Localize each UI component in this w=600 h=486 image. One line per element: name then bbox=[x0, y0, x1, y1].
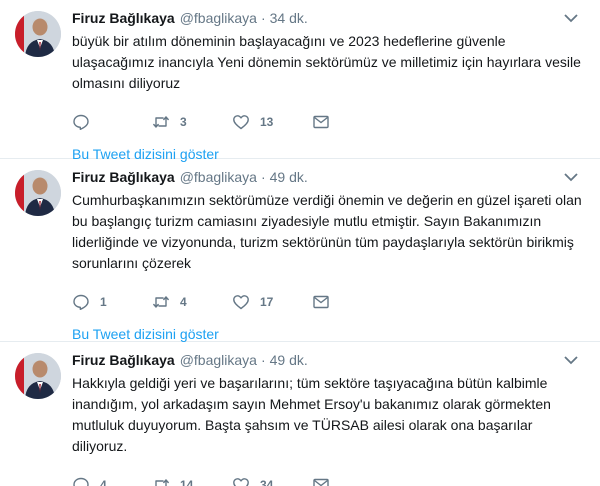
tweet-header: Firuz Bağlıkaya @fbaglikaya · 49 dk. bbox=[72, 352, 588, 371]
chevron-down-icon[interactable] bbox=[564, 172, 578, 182]
tweet-text: büyük bir atılım döneminin başlayacağını… bbox=[72, 33, 581, 91]
like-button[interactable]: 17 bbox=[232, 293, 312, 311]
reply-button[interactable] bbox=[72, 113, 152, 131]
display-name[interactable]: Firuz Bağlıkaya bbox=[72, 10, 175, 26]
retweet-button[interactable]: 3 bbox=[152, 113, 232, 131]
username[interactable]: @fbaglikaya bbox=[180, 352, 257, 368]
tweet-actions: 4 14 34 bbox=[72, 475, 588, 486]
chevron-down-icon[interactable] bbox=[564, 355, 578, 365]
avatar[interactable] bbox=[15, 170, 61, 216]
tweet-header: Firuz Bağlıkaya @fbaglikaya · 49 dk. bbox=[72, 169, 588, 188]
display-name[interactable]: Firuz Bağlıkaya bbox=[72, 169, 175, 185]
display-name[interactable]: Firuz Bağlıkaya bbox=[72, 352, 175, 368]
avatar-photo bbox=[15, 11, 61, 57]
like-icon bbox=[233, 295, 249, 310]
reply-count: 1 bbox=[100, 295, 107, 309]
like-icon bbox=[233, 478, 249, 486]
direct-message-button[interactable] bbox=[312, 476, 352, 486]
reply-button[interactable]: 1 bbox=[72, 293, 152, 311]
like-count: 34 bbox=[260, 478, 274, 486]
separator-dot: · bbox=[260, 352, 266, 368]
like-count: 13 bbox=[260, 115, 274, 129]
tweet-actions: 1 4 17 bbox=[72, 292, 588, 312]
tweet[interactable]: Firuz Bağlıkaya @fbaglikaya · 49 dk. Hak… bbox=[0, 342, 600, 486]
like-button[interactable]: 13 bbox=[232, 113, 312, 131]
direct-message-icon bbox=[313, 115, 329, 129]
tweet-timeline: Firuz Bağlıkaya @fbaglikaya · 34 dk. büy… bbox=[0, 0, 600, 486]
reply-icon bbox=[73, 294, 89, 310]
like-icon bbox=[233, 115, 249, 130]
tweet-text: Hakkıyla geldiği yeri ve başarılarını; t… bbox=[72, 375, 551, 454]
username[interactable]: @fbaglikaya bbox=[180, 169, 257, 185]
reply-icon bbox=[73, 477, 89, 486]
reply-icon bbox=[73, 114, 89, 130]
tweet-header: Firuz Bağlıkaya @fbaglikaya · 34 dk. bbox=[72, 10, 588, 29]
retweet-count: 3 bbox=[180, 115, 187, 129]
timestamp[interactable]: 34 dk. bbox=[270, 10, 308, 26]
reply-button[interactable]: 4 bbox=[72, 476, 152, 486]
avatar-photo bbox=[15, 353, 61, 399]
retweet-count: 4 bbox=[180, 295, 187, 309]
like-button[interactable]: 34 bbox=[232, 476, 312, 486]
timestamp[interactable]: 49 dk. bbox=[270, 169, 308, 185]
avatar[interactable] bbox=[15, 353, 61, 399]
timestamp[interactable]: 49 dk. bbox=[270, 352, 308, 368]
chevron-down-icon[interactable] bbox=[564, 13, 578, 23]
direct-message-icon bbox=[313, 295, 329, 309]
direct-message-icon bbox=[313, 478, 329, 486]
retweet-icon bbox=[153, 116, 169, 128]
reply-count: 4 bbox=[100, 478, 107, 486]
username[interactable]: @fbaglikaya bbox=[180, 10, 257, 26]
retweet-count: 14 bbox=[180, 478, 194, 486]
separator-dot: · bbox=[260, 169, 266, 185]
retweet-icon bbox=[153, 296, 169, 308]
tweet[interactable]: Firuz Bağlıkaya @fbaglikaya · 34 dk. büy… bbox=[0, 0, 600, 162]
retweet-button[interactable]: 4 bbox=[152, 293, 232, 311]
avatar-photo bbox=[15, 170, 61, 216]
avatar[interactable] bbox=[15, 11, 61, 57]
tweet[interactable]: Firuz Bağlıkaya @fbaglikaya · 49 dk. Cum… bbox=[0, 159, 600, 342]
tweet-text: Cumhurbaşkanımızın sektörümüze verdiği ö… bbox=[72, 192, 582, 271]
direct-message-button[interactable] bbox=[312, 113, 352, 131]
separator-dot: · bbox=[260, 10, 266, 26]
like-count: 17 bbox=[260, 295, 274, 309]
tweet-actions: 3 13 bbox=[72, 112, 588, 132]
show-thread-link[interactable]: Bu Tweet dizisini göster bbox=[72, 326, 219, 342]
direct-message-button[interactable] bbox=[312, 293, 352, 311]
retweet-icon bbox=[155, 479, 169, 486]
retweet-button[interactable]: 14 bbox=[152, 476, 232, 486]
